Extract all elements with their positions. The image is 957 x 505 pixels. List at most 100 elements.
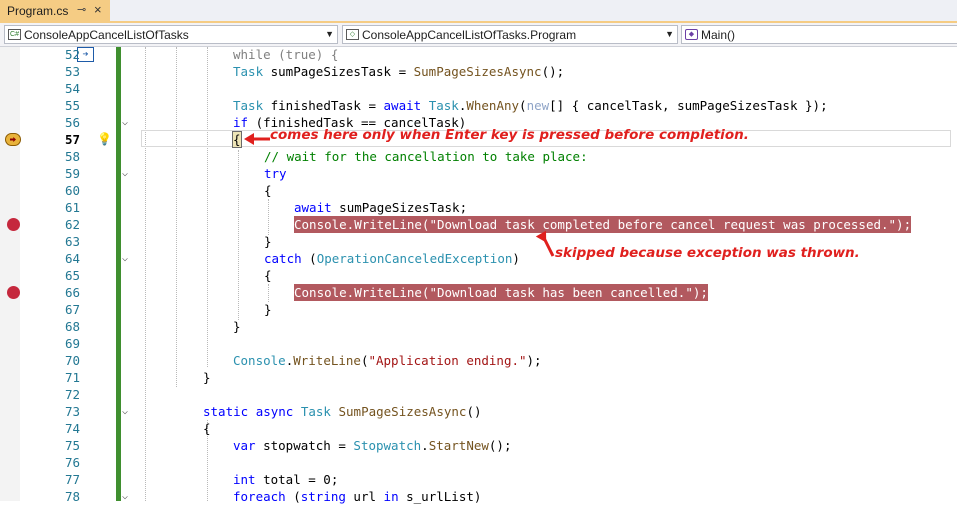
code-line-66[interactable]: { [264,267,272,284]
code-token: Task [233,98,264,113]
indent-guide [268,199,269,235]
code-line-65[interactable]: catch (OperationCanceledException) [264,250,520,267]
code-line-71[interactable]: Console.WriteLine("Application ending.")… [233,352,542,369]
code-token: finishedTask = [263,98,384,113]
code-line-77[interactable]: int total = 0; [233,471,338,488]
line-number: 62 [64,217,80,232]
code-token: Stopwatch [353,438,422,453]
code-token: await [294,200,332,215]
line-number: 69 [64,336,80,351]
code-token: foreach [233,489,286,504]
code-line-52[interactable]: while (true) { [233,46,338,63]
indent-guide [238,150,239,320]
code-token: WhenAny [466,98,520,113]
code-token: ( [301,251,317,266]
code-line-59[interactable]: // wait for the cancellation to take pla… [264,148,588,165]
line-number: 61 [64,200,80,215]
code-token: s_urlList) [398,489,482,504]
code-line-58[interactable]: { [232,131,242,148]
project-dropdown-value: ConsoleAppCancelListOfTasks [24,28,189,42]
code-token: ) [512,251,520,266]
code-line-76[interactable]: var stopwatch = Stopwatch.StartNew(); [233,437,511,454]
code-line-61[interactable]: { [264,182,272,199]
line-number: 63 [64,234,80,249]
member-dropdown-value: Main() [701,28,736,42]
annotation-skipped: skipped because exception was thrown. [555,245,860,261]
code-token: Task [300,404,331,419]
collapse-chevron-icon[interactable]: ⌵ [122,114,128,131]
type-dropdown[interactable]: ◇ ConsoleAppCancelListOfTasks.Program ▼ [342,25,678,44]
annotation-enter-key: comes here only when Enter key is presse… [270,127,749,143]
code-token: var [233,438,256,453]
line-number: 64 [64,251,80,266]
tab-program-cs[interactable]: Program.cs ⊸ × [0,0,110,23]
lightbulb-icon[interactable]: 💡 [97,131,112,148]
member-dropdown[interactable]: ◆ Main() [681,25,957,44]
line-number: 59 [64,166,80,181]
code-line-53[interactable]: Task sumPageSizesTask = SumPageSizesAsyn… [233,63,564,80]
line-number: 72 [64,387,80,402]
line-number: 54 [64,81,80,96]
code-token: SumPageSizesAsync [338,404,467,419]
change-tracking-bar [116,47,121,501]
close-icon[interactable]: × [94,2,102,17]
code-line-56[interactable]: Task finishedTask = await Task.WhenAny(n… [233,97,828,114]
code-token: catch [264,251,302,266]
code-token: WriteLine [293,353,361,368]
line-number: 68 [64,319,80,334]
indent-guide [207,47,208,367]
document-tab-strip: Program.cs ⊸ × [0,0,957,23]
execution-pointer-icon[interactable] [5,133,21,146]
code-line-68[interactable]: } [264,301,272,318]
code-token: "Application ending." [368,353,527,368]
breakpoint-icon[interactable] [7,218,20,231]
code-token: OperationCanceledException [316,251,513,266]
breakpoint-icon[interactable] [7,286,20,299]
code-token: ); [526,353,542,368]
line-number: 70 [64,353,80,368]
code-token: int [233,472,256,487]
code-token: StartNew [428,438,489,453]
project-dropdown[interactable]: C# ConsoleAppCancelListOfTasks ▼ [4,25,338,44]
code-line-78[interactable]: foreach (string url in s_urlList) [233,488,481,505]
code-line-75[interactable]: { [203,420,211,437]
code-token: Task [233,64,264,79]
collapse-chevron-icon[interactable]: ⌵ [122,488,128,505]
code-token: (); [541,64,565,79]
csharp-project-icon: C# [8,29,21,40]
code-token: Console [233,353,286,368]
code-token: SumPageSizesAsync [413,64,542,79]
collapse-chevron-icon[interactable]: ⌵ [122,250,128,267]
code-token: . [421,438,429,453]
code-token: await [383,98,422,113]
glyph-margin[interactable] [0,47,20,501]
code-token: async [255,404,294,419]
code-line-69[interactable]: } [233,318,241,335]
code-token: in [383,489,399,504]
code-line-63-breakpoint[interactable]: Console.WriteLine("Download task complet… [294,216,912,233]
line-number: 52 [64,47,80,62]
code-line-62[interactable]: await sumPageSizesTask; [294,199,467,216]
code-token: url [345,489,384,504]
code-line-67-breakpoint[interactable]: Console.WriteLine("Download task has bee… [294,284,708,301]
collapse-chevron-icon[interactable]: ⌵ [122,403,128,420]
line-number: 53 [64,64,80,79]
line-number: 77 [64,472,80,487]
pin-icon[interactable]: ⊸ [77,3,86,16]
code-token: ( [519,98,527,113]
code-line-64[interactable]: } [264,233,272,250]
code-line-60[interactable]: try [264,165,287,182]
line-number: 78 [64,489,80,504]
collapse-chevron-icon[interactable]: ⌵ [122,165,128,182]
line-number: 71 [64,370,80,385]
code-token: string [300,489,346,504]
type-dropdown-value: ConsoleAppCancelListOfTasks.Program [362,28,577,42]
code-line-74[interactable]: static async Task SumPageSizesAsync() [203,403,482,420]
line-number: 76 [64,455,80,470]
line-number: 67 [64,302,80,317]
code-line-72[interactable]: } [203,369,211,386]
line-number: 55 [64,98,80,113]
